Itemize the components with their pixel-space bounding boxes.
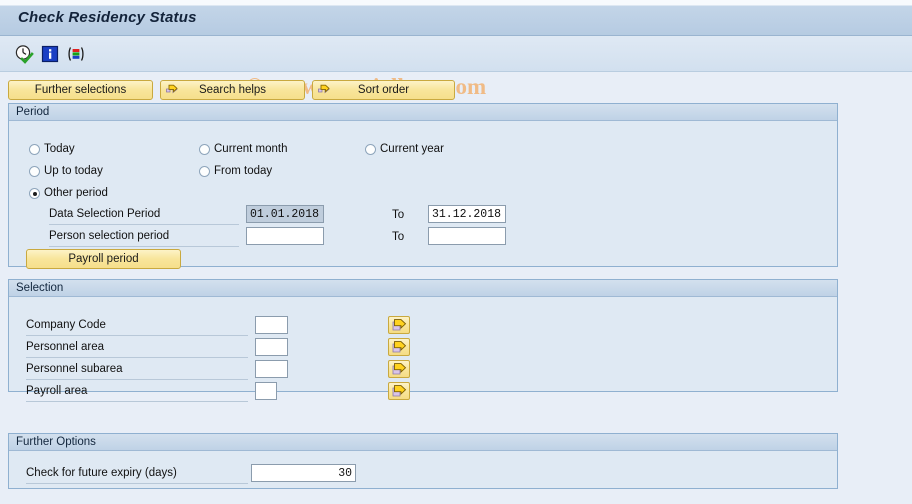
search-helps-button[interactable]: Search helps (160, 80, 305, 100)
person-selection-period-from-input[interactable] (246, 227, 324, 245)
arrow-right-icon (165, 83, 180, 98)
company-code-label: Company Code (26, 318, 248, 336)
period-group-header: Period (9, 104, 837, 121)
radio-label: Up to today (44, 165, 103, 177)
personnel-area-input[interactable] (255, 338, 288, 356)
sort-order-label: Sort order (357, 84, 410, 96)
radio-label: Other period (44, 187, 108, 199)
personnel-subarea-input[interactable] (255, 360, 288, 378)
radio-mark (199, 144, 210, 155)
sap-selection-screen: Check Residency Status Further selection… (0, 0, 912, 504)
payroll-area-input[interactable] (255, 382, 277, 400)
selection-group-header: Selection (9, 280, 837, 297)
radio-label: Current month (214, 143, 288, 155)
company-code-input[interactable] (255, 316, 288, 334)
data-selection-period-label: Data Selection Period (49, 207, 239, 225)
data-selection-period-to-label: To (392, 209, 405, 221)
further-options-group-body: Check for future expiry (days) (9, 451, 837, 488)
radio-mark (365, 144, 376, 155)
radio-mark (29, 144, 40, 155)
window-title-bar: Check Residency Status (0, 0, 912, 36)
person-selection-period-label: Person selection period (49, 229, 239, 247)
radio-label: Today (44, 143, 75, 155)
payroll-period-button[interactable]: Payroll period (26, 249, 181, 269)
data-selection-period-to-input[interactable] (428, 205, 506, 223)
future-expiry-input[interactable] (251, 464, 356, 482)
payroll-area-label: Payroll area (26, 384, 248, 402)
radio-label: From today (214, 165, 273, 177)
further-options-group-header: Further Options (9, 434, 837, 451)
personnel-area-label: Personnel area (26, 340, 248, 358)
radio-label: Current year (380, 143, 444, 155)
payroll-period-label: Payroll period (68, 253, 139, 265)
data-selection-period-from-input[interactable] (246, 205, 324, 223)
person-selection-period-to-label: To (392, 231, 405, 243)
info-icon[interactable] (40, 44, 60, 64)
payroll-area-multiple-selection-button[interactable] (388, 382, 410, 400)
page-title: Check Residency Status (18, 9, 197, 26)
radio-mark (29, 166, 40, 177)
personnel-subarea-multiple-selection-button[interactable] (388, 360, 410, 378)
radio-mark (29, 188, 40, 199)
application-toolbar: © www.tutorialkart.com (0, 36, 912, 99)
future-expiry-label: Check for future expiry (days) (26, 466, 248, 484)
personnel-area-multiple-selection-button[interactable] (388, 338, 410, 356)
radio-mark (199, 166, 210, 177)
search-helps-label: Search helps (198, 84, 267, 96)
execute-clock-icon[interactable] (14, 44, 34, 64)
further-options-group: Further Options Check for future expiry … (8, 433, 838, 489)
personnel-subarea-label: Personnel subarea (26, 362, 248, 380)
company-code-multiple-selection-button[interactable] (388, 316, 410, 334)
period-group: Period Today Current month Current year … (8, 103, 838, 269)
person-selection-period-to-input[interactable] (428, 227, 506, 245)
period-group-body: Today Current month Current year Up to t… (9, 121, 837, 269)
selection-group-body: Company Code Personnel area Personnel su… (9, 297, 837, 402)
further-selections-label: Further selections (34, 84, 127, 96)
selection-group: Selection Company Code Personnel area Pe… (8, 279, 838, 402)
further-selections-button[interactable]: Further selections (8, 80, 153, 100)
arrow-right-icon (317, 83, 332, 98)
sort-order-button[interactable]: Sort order (312, 80, 455, 100)
variants-icon[interactable] (66, 44, 86, 64)
